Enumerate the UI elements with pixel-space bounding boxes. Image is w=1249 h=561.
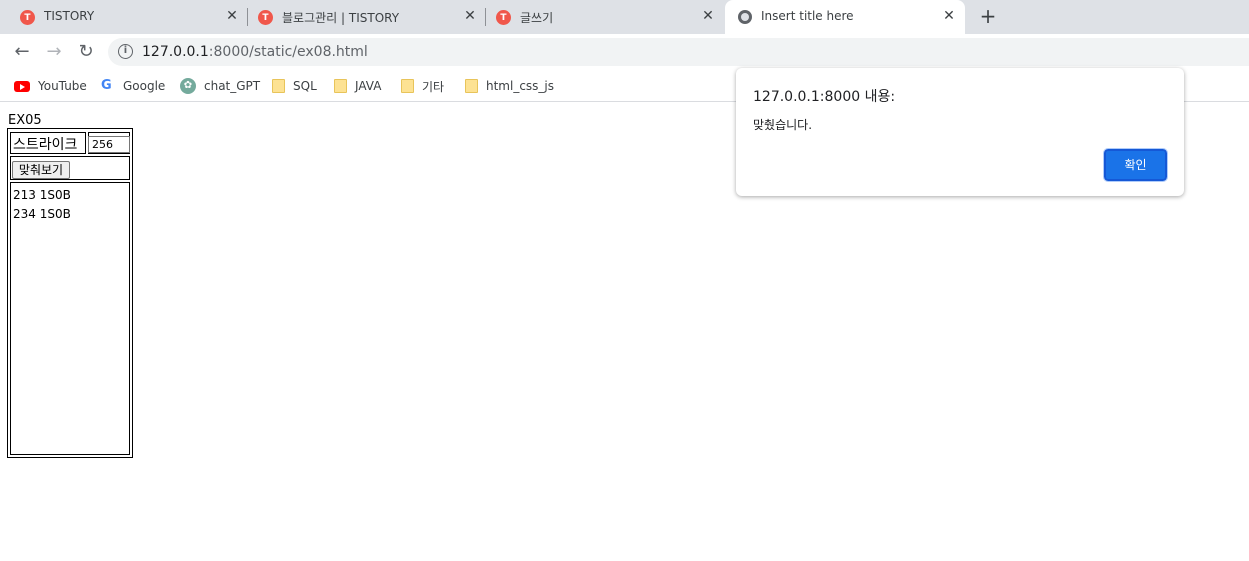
bookmark-folder-html-css-js[interactable]: html_css_js — [465, 77, 554, 95]
tab-title: Insert title here — [761, 9, 854, 23]
close-icon[interactable]: ✕ — [700, 8, 716, 24]
bookmark-chatgpt[interactable]: ✿ chat_GPT — [180, 77, 260, 95]
tab-strip: T TISTORY ✕ T 블로그관리 | TISTORY ✕ T 글쓰기 ✕ … — [0, 0, 1249, 34]
address-bar[interactable]: i 127.0.0.1:8000/static/ex08.html — [108, 38, 1249, 66]
tab-title: TISTORY — [44, 9, 95, 23]
alert-dialog: 127.0.0.1:8000 내용: 맞췄습니다. 확인 — [736, 68, 1184, 196]
check-answer-button[interactable]: 맞춰보기 — [12, 161, 70, 179]
page-title: EX05 — [8, 113, 42, 128]
tistory-icon: T — [20, 10, 35, 25]
close-icon[interactable]: ✕ — [941, 8, 957, 24]
tistory-icon: T — [496, 10, 511, 25]
tab-title: 블로그관리 | TISTORY — [282, 11, 400, 25]
bookmark-folder-java[interactable]: JAVA — [334, 77, 381, 95]
new-tab-icon[interactable]: + — [978, 6, 998, 26]
browser-toolbar: ← → ↻ i 127.0.0.1:8000/static/ex08.html — [0, 34, 1249, 70]
folder-icon — [334, 79, 347, 93]
folder-icon — [272, 79, 285, 93]
url-text[interactable]: 127.0.0.1:8000/static/ex08.html — [142, 44, 368, 60]
strike-label-cell: 스트라이크 — [10, 132, 86, 154]
number-input[interactable] — [88, 136, 130, 153]
tab-insert-title[interactable]: Insert title here ✕ — [725, 0, 965, 34]
tab-title: 글쓰기 — [520, 11, 554, 25]
bookmark-folder-sql[interactable]: SQL — [272, 77, 317, 95]
tab-tistory[interactable]: T TISTORY ✕ — [0, 0, 246, 34]
forward-arrow-icon[interactable]: → — [44, 42, 64, 62]
ok-button[interactable]: 확인 — [1103, 148, 1168, 182]
folder-icon — [401, 79, 414, 93]
back-arrow-icon[interactable]: ← — [12, 42, 32, 62]
dialog-title: 127.0.0.1:8000 내용: — [753, 89, 896, 105]
chatgpt-icon: ✿ — [180, 78, 196, 94]
tab-write[interactable]: T 글쓰기 ✕ — [476, 0, 722, 34]
folder-icon — [465, 79, 478, 93]
bookmark-folder-etc[interactable]: 기타 — [401, 77, 444, 95]
reload-icon[interactable]: ↻ — [76, 42, 96, 62]
tistory-icon: T — [258, 10, 273, 25]
bookmark-google[interactable]: G Google — [101, 77, 165, 95]
result-line: 234 1S0B — [13, 207, 71, 221]
dialog-message: 맞췄습니다. — [753, 118, 813, 132]
bookmark-youtube[interactable]: YouTube — [14, 77, 87, 95]
tab-blog-admin[interactable]: T 블로그관리 | TISTORY ✕ — [238, 0, 484, 34]
youtube-icon — [14, 80, 30, 92]
result-line: 213 1S0B — [13, 188, 71, 202]
info-icon[interactable]: i — [118, 44, 133, 59]
strike-label: 스트라이크 — [13, 137, 78, 153]
result-cell: 213 1S0B 234 1S0B — [10, 182, 130, 455]
globe-icon — [738, 10, 752, 24]
google-icon: G — [101, 78, 112, 93]
